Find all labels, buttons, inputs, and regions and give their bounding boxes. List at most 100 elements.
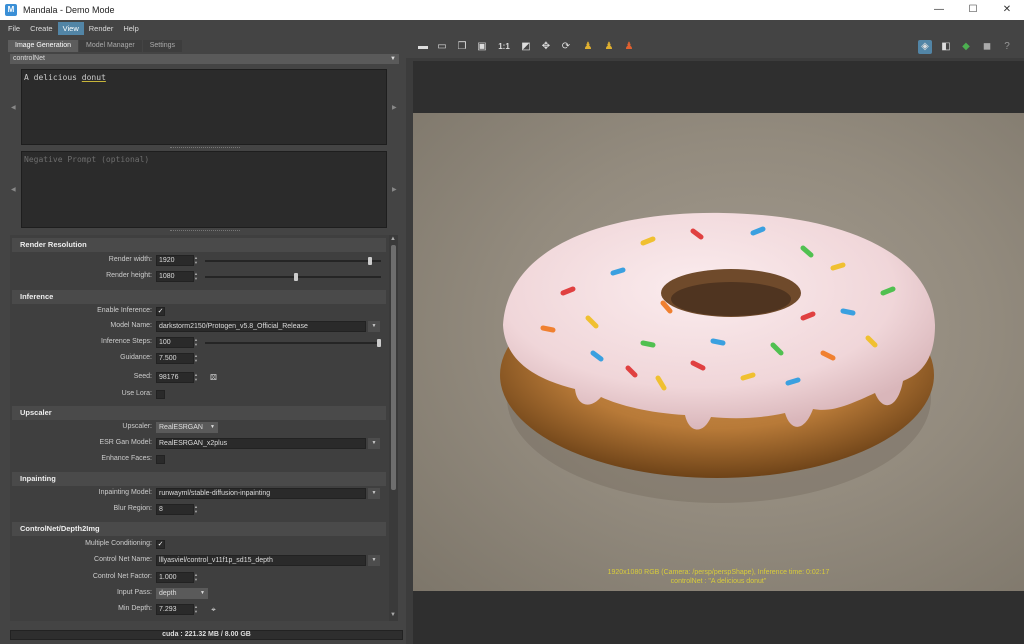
render-person-icon[interactable]: ♟ xyxy=(581,40,595,54)
upscaler-dropdown[interactable]: RealESRGAN ▼ xyxy=(156,422,218,433)
title-bar: M Mandala - Demo Mode — ☐ ✕ xyxy=(0,0,1024,20)
render-prompt-line: controlNet : "A delicious donut" xyxy=(670,578,767,585)
snapshot-icon[interactable]: ▣ xyxy=(475,40,489,54)
min-depth-input[interactable]: 7.293 xyxy=(156,604,194,615)
gpu-memory-prefix: cuda : xyxy=(162,631,185,638)
frame-icon[interactable]: ▬ xyxy=(416,40,430,54)
input-pass-label: Input Pass: xyxy=(116,589,152,596)
center-icon[interactable]: ✥ xyxy=(539,40,553,54)
section-inference[interactable]: Inference xyxy=(12,290,386,304)
minimize-button[interactable]: — xyxy=(922,0,956,20)
spin-arrows-icon[interactable]: ▲ ▼ xyxy=(194,255,200,266)
enable-inference-checkbox[interactable]: ✓ xyxy=(156,307,165,316)
color-cube-icon[interactable]: ◆ xyxy=(959,40,973,54)
inference-steps-input[interactable]: 100 xyxy=(156,337,194,348)
help-icon[interactable]: ? xyxy=(1000,40,1014,54)
render-width-row: Render width: 1920 ▲ ▼ xyxy=(10,255,386,267)
control-net-factor-input[interactable]: 1.000 xyxy=(156,572,194,583)
chevron-down-icon: ▼ xyxy=(390,56,396,62)
tab-model-manager[interactable]: Model Manager xyxy=(79,40,142,52)
section-render-resolution[interactable]: Render Resolution xyxy=(12,238,386,252)
close-button[interactable]: ✕ xyxy=(990,0,1024,20)
input-pass-dropdown[interactable]: depth ▼ xyxy=(156,588,208,599)
chevron-down-icon[interactable]: ▼ xyxy=(368,321,380,332)
section-inpainting[interactable]: Inpainting xyxy=(12,472,386,486)
inpainting-model-combo[interactable]: runwayml/stable-diffusion-inpainting xyxy=(156,488,366,499)
render-width-slider[interactable] xyxy=(205,257,381,265)
mode-dropdown[interactable]: controlNet ▼ xyxy=(10,54,399,64)
menu-render[interactable]: Render xyxy=(84,22,119,35)
region-icon[interactable]: ◩ xyxy=(519,40,533,54)
seed-input[interactable]: 98176 xyxy=(156,372,194,383)
spin-arrows-icon[interactable]: ▲ ▼ xyxy=(194,572,200,583)
render-height-slider[interactable] xyxy=(205,273,381,281)
display-icon[interactable]: ▭ xyxy=(435,40,449,54)
spin-arrows-icon[interactable]: ▲ ▼ xyxy=(194,271,200,282)
slider-handle[interactable] xyxy=(377,339,381,347)
tab-image-generation[interactable]: Image Generation xyxy=(8,40,79,52)
blur-region-input[interactable]: 8 xyxy=(156,504,194,515)
scrollbar-thumb[interactable] xyxy=(391,245,396,490)
chevron-left-icon[interactable]: ◀ xyxy=(11,104,16,111)
spin-arrows-icon[interactable]: ▲ ▼ xyxy=(194,504,200,515)
esr-gan-model-combo[interactable]: RealESRGAN_x2plus xyxy=(156,438,366,449)
positive-prompt-input[interactable]: A delicious donut xyxy=(21,69,387,145)
window-controls: — ☐ ✕ xyxy=(922,0,1024,20)
esr-gan-model-row: ESR Gan Model: RealESRGAN_x2plus ▼ xyxy=(10,438,386,450)
pick-depth-icon[interactable]: ⌖ xyxy=(209,605,218,614)
settings-splitter-handle[interactable] xyxy=(170,230,240,233)
spin-arrows-icon[interactable]: ▲ ▼ xyxy=(194,353,200,364)
scroll-up-icon[interactable]: ▲ xyxy=(390,236,396,242)
chevron-right-icon[interactable]: ▶ xyxy=(392,104,397,111)
use-lora-checkbox[interactable] xyxy=(156,390,165,399)
use-lora-row: Use Lora: xyxy=(10,389,386,401)
chevron-left-icon[interactable]: ◀ xyxy=(11,186,16,193)
viewport-toolbar: ▬ ▭ ❐ ▣ 1:1 ◩ ✥ ⟳ ♟ ♟ ♟ ◈ ◧ ◆ ◼ ? xyxy=(406,36,1024,58)
negative-prompt-input[interactable]: Negative Prompt (optional) xyxy=(21,151,387,228)
spin-arrows-icon[interactable]: ▲ ▼ xyxy=(194,604,200,615)
slider-handle[interactable] xyxy=(294,273,298,281)
inference-steps-slider[interactable] xyxy=(205,339,381,347)
maximize-button[interactable]: ☐ xyxy=(956,0,990,20)
ratio-button[interactable]: 1:1 xyxy=(497,40,511,54)
chevron-down-icon[interactable]: ▼ xyxy=(368,555,380,566)
upscaler-row: Upscaler: RealESRGAN ▼ xyxy=(10,422,386,434)
chevron-down-icon: ▼ xyxy=(210,424,215,430)
model-name-combo[interactable]: darkstorm2150/Protogen_v5.8_Official_Rel… xyxy=(156,321,366,332)
section-upscaler[interactable]: Upscaler xyxy=(12,406,386,420)
spin-arrows-icon[interactable]: ▲ ▼ xyxy=(194,372,200,383)
enhance-faces-checkbox[interactable] xyxy=(156,455,165,464)
menu-view[interactable]: View xyxy=(57,21,84,35)
menu-create[interactable]: Create xyxy=(25,22,58,35)
copy-icon[interactable]: ❐ xyxy=(455,40,469,54)
render-width-input[interactable]: 1920 xyxy=(156,255,194,266)
model-name-row: Model Name: darkstorm2150/Protogen_v5.8_… xyxy=(10,321,386,333)
render-height-input[interactable]: 1080 xyxy=(156,271,194,282)
chevron-down-icon[interactable]: ▼ xyxy=(368,438,380,449)
render-image: 1920x1080 RGB (Camera: /persp/perspShape… xyxy=(413,113,1024,591)
multiple-conditioning-checkbox[interactable]: ✓ xyxy=(156,540,165,549)
chevron-right-icon[interactable]: ▶ xyxy=(392,186,397,193)
cube-icon[interactable]: ◧ xyxy=(939,40,953,54)
guidance-label: Guidance: xyxy=(120,354,152,361)
stop-render-icon[interactable]: ♟ xyxy=(622,40,636,54)
gray-cube-icon[interactable]: ◼ xyxy=(980,40,994,54)
section-controlnet[interactable]: ControlNet/Depth2Img xyxy=(12,522,386,536)
spin-arrows-icon[interactable]: ▲ ▼ xyxy=(194,337,200,348)
refresh-icon[interactable]: ⟳ xyxy=(559,40,573,54)
slider-handle[interactable] xyxy=(368,257,372,265)
render-viewport[interactable]: 1920x1080 RGB (Camera: /persp/perspShape… xyxy=(413,61,1024,644)
prompt-text: A delicious xyxy=(24,73,82,82)
settings-scrollbar[interactable]: ▲ ▼ xyxy=(389,235,398,621)
tab-settings[interactable]: Settings xyxy=(142,40,182,52)
scroll-down-icon[interactable]: ▼ xyxy=(390,612,396,618)
menu-help[interactable]: Help xyxy=(118,22,143,35)
dice-icon[interactable]: ⚄ xyxy=(209,373,218,382)
menu-file[interactable]: File xyxy=(3,22,25,35)
render-person-icon[interactable]: ♟ xyxy=(602,40,616,54)
prompt-splitter-handle[interactable] xyxy=(170,147,240,150)
guidance-input[interactable]: 7.500 xyxy=(156,353,194,364)
camera-view-icon[interactable]: ◈ xyxy=(918,40,932,54)
chevron-down-icon[interactable]: ▼ xyxy=(368,488,380,499)
control-net-name-combo[interactable]: lllyasviel/control_v11f1p_sd15_depth xyxy=(156,555,366,566)
